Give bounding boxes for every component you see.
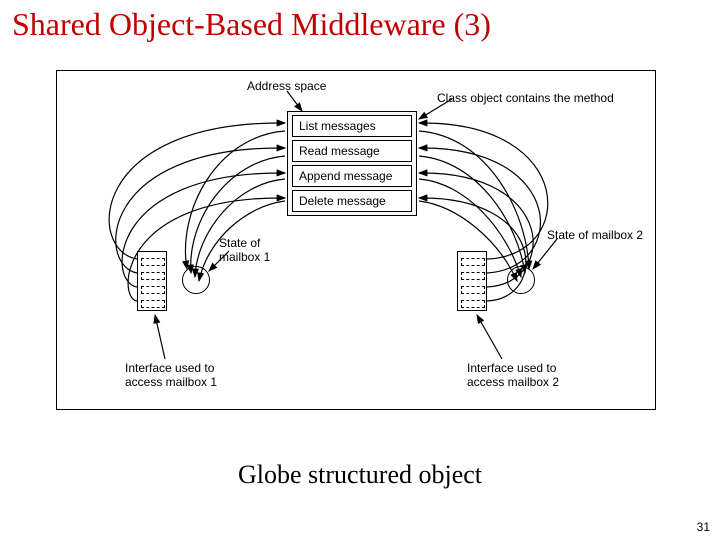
label-state-mailbox-2: State of mailbox 2 xyxy=(547,228,643,242)
method-delete-message: Delete message xyxy=(292,190,412,212)
state-circle-1 xyxy=(182,266,210,294)
label-address-space: Address space xyxy=(247,79,326,93)
method-append-message: Append message xyxy=(292,165,412,187)
figure-caption: Globe structured object xyxy=(0,460,720,490)
method-stack: List messages Read message Append messag… xyxy=(287,111,417,216)
interface-box-1 xyxy=(137,251,167,311)
label-interface-1: Interface used to access mailbox 1 xyxy=(125,361,217,390)
page-title: Shared Object-Based Middleware (3) xyxy=(12,6,712,43)
label-interface-2: Interface used to access mailbox 2 xyxy=(467,361,559,390)
interface-box-2 xyxy=(457,251,487,311)
page-number: 31 xyxy=(697,520,710,534)
method-read-message: Read message xyxy=(292,140,412,162)
diagram-frame: Address space Class object contains the … xyxy=(56,70,656,410)
label-state-mailbox-1: State of mailbox 1 xyxy=(219,236,270,265)
state-circle-2 xyxy=(507,266,535,294)
label-class-object: Class object contains the method xyxy=(437,91,614,105)
method-list-messages: List messages xyxy=(292,115,412,137)
